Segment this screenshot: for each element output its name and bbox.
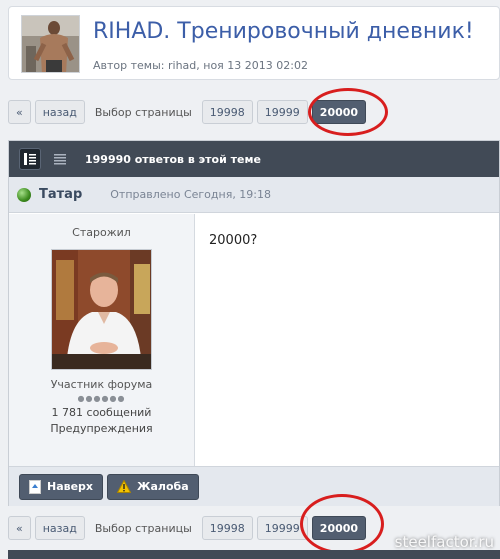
watermark: steelfactor.ru — [394, 533, 494, 551]
report-button-label: Жалоба — [137, 480, 189, 493]
page-up-icon — [29, 479, 41, 494]
first-page-button[interactable]: « — [8, 100, 31, 124]
user-rank: Старожил — [72, 226, 131, 239]
rank-pips: ●●●●●● — [77, 394, 126, 403]
top-button[interactable]: Наверх — [19, 473, 104, 500]
post-author-row: Татар Отправлено Сегодня, 19:18 — [9, 177, 499, 213]
page-link-19999[interactable]: 19999 — [256, 100, 308, 124]
page-link-19998-bottom[interactable]: 19998 — [201, 516, 253, 540]
page-select-label[interactable]: Выбор страницы — [95, 106, 192, 119]
page-link-19998[interactable]: 19998 — [201, 100, 253, 124]
topic-header: RIHAD. Тренировочный дневник! Автор темы… — [8, 6, 500, 80]
post-date[interactable]: Отправлено Сегодня, 19:18 — [110, 188, 271, 201]
warning-icon — [117, 480, 132, 493]
topic-author-avatar[interactable] — [21, 15, 80, 73]
next-post-bar — [8, 550, 500, 559]
thread-toolbar: 199990 ответов в этой теме — [9, 141, 499, 177]
first-page-button-bottom[interactable]: « — [8, 516, 31, 540]
post-author-name[interactable]: Татар — [39, 187, 82, 202]
user-avatar[interactable] — [51, 249, 152, 370]
report-button[interactable]: Жалоба — [107, 473, 199, 500]
user-info-column: Старожил Участник форума ●●●●●● 1 781 со… — [9, 214, 195, 466]
prev-page-button-bottom[interactable]: назад — [34, 516, 85, 540]
user-post-count: 1 781 сообщений — [51, 406, 152, 419]
post-content: 20000? — [209, 233, 258, 248]
list-view-icon[interactable] — [19, 148, 41, 170]
annotation-circle-bottom — [300, 494, 384, 554]
post: 199990 ответов в этой теме Татар Отправл… — [8, 140, 500, 506]
post-actions: Наверх Жалоба — [9, 466, 499, 506]
user-group: Участник форума — [50, 378, 153, 391]
prev-page-button[interactable]: назад — [34, 100, 85, 124]
user-warnings[interactable]: Предупреждения — [9, 422, 194, 435]
topic-title: RIHAD. Тренировочный дневник! — [93, 19, 474, 44]
page-select-label-bottom[interactable]: Выбор страницы — [95, 522, 192, 535]
compact-view-icon[interactable] — [49, 148, 71, 170]
replies-count: 199990 ответов в этой теме — [85, 152, 261, 166]
topic-meta: Автор темы: rihad, ноя 13 2013 02:02 — [93, 59, 308, 72]
annotation-circle-top — [308, 88, 388, 136]
online-status-icon — [17, 187, 31, 202]
top-button-label: Наверх — [47, 480, 94, 493]
